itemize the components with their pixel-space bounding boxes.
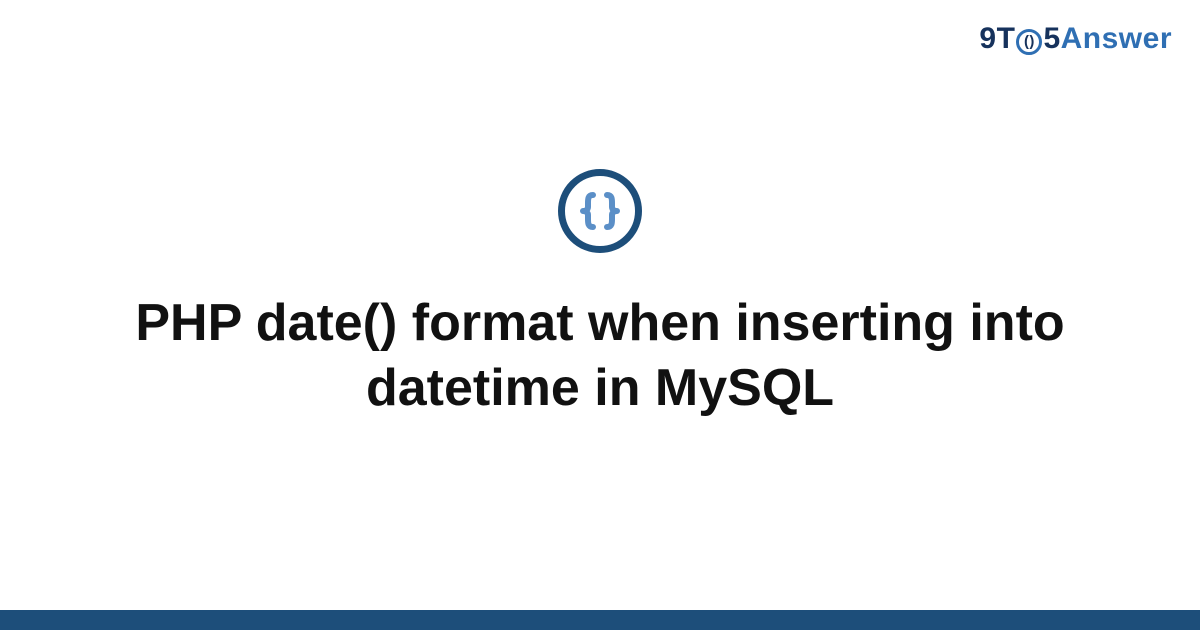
- page-title: PHP date() format when inserting into da…: [100, 291, 1100, 421]
- footer-bar: [0, 610, 1200, 630]
- code-braces-icon: [558, 169, 642, 253]
- content-area: PHP date() format when inserting into da…: [0, 0, 1200, 630]
